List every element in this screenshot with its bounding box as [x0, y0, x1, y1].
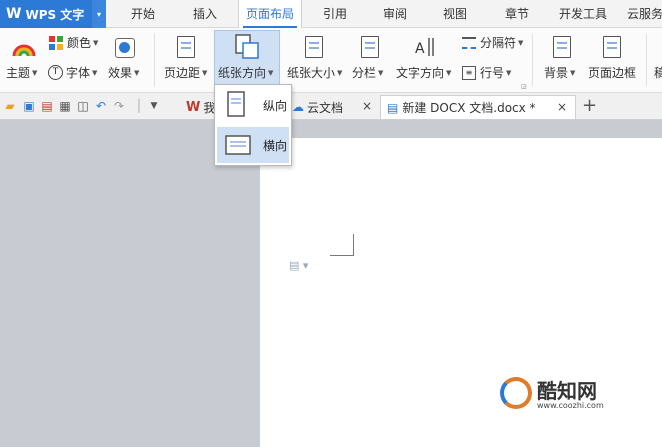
undo-icon[interactable]: ↶: [94, 99, 108, 113]
font-button[interactable]: T 字体 ▼: [48, 64, 97, 81]
effect-label: 效果: [108, 66, 133, 80]
tab-label: 云文档: [307, 100, 344, 115]
tab-label: 新建 DOCX 文档.docx *: [402, 101, 536, 115]
breaks-label: 分隔符: [480, 36, 517, 50]
export-pdf-icon[interactable]: ▤: [40, 99, 54, 113]
font-t-icon: T: [48, 65, 63, 80]
manuscript-label: 稿: [654, 66, 662, 80]
svg-text:A: A: [415, 41, 425, 57]
theme-button[interactable]: 主题 ▼: [6, 64, 37, 81]
doc-icon: ▤: [387, 100, 399, 115]
ribbon-page-layout: 主题 ▼ 颜色 ▼ T 字体 ▼ 效果 ▼ 页边距 ▼ 纸张方向 ▼ 纸张大小 ▼ 分栏 ▼: [0, 28, 662, 93]
columns-icon: [361, 36, 379, 58]
open-folder-icon[interactable]: ▰: [3, 99, 17, 113]
background-icon: [553, 36, 571, 58]
theme-label: 主题: [6, 66, 31, 80]
dialog-launcher-icon[interactable]: ◲: [521, 83, 527, 90]
tab-new-docx[interactable]: ▤ 新建 DOCX 文档.docx * ×: [380, 95, 576, 119]
portrait-page-icon: [227, 91, 245, 117]
new-tab-plus-icon[interactable]: +: [582, 95, 597, 116]
tab-cloud-docs[interactable]: ☁ 云文档 ×: [286, 95, 380, 119]
tab-chapter[interactable]: 章节: [492, 0, 542, 28]
ribbon-divider: [154, 34, 155, 86]
paragraph-layout-icon[interactable]: ▤ ▾: [289, 259, 308, 272]
margin-corner-mark: [353, 234, 354, 256]
color-button[interactable]: 颜色 ▼: [48, 34, 98, 51]
line-number-icon: ≡: [462, 65, 476, 80]
tab-review[interactable]: 审阅: [370, 0, 420, 28]
tab-view[interactable]: 视图: [430, 0, 480, 28]
save-icon[interactable]: ▣: [22, 99, 36, 113]
portrait-label: 纵向: [263, 98, 288, 113]
quick-access-divider: │: [135, 99, 143, 113]
wps-w-icon: W: [186, 99, 201, 115]
app-name: WPS 文字: [25, 7, 85, 22]
paper-size-icon: [305, 36, 323, 58]
text-direction-icon: A: [415, 38, 434, 57]
cloud-icon: ☁: [292, 100, 304, 114]
tab-cloud-service[interactable]: 云服务: [620, 0, 662, 28]
page-border-label: 页面边框: [588, 66, 637, 80]
quick-access-bar: ▰ ▣ ▤ ▦ ◫ ↶ ↷ │ ▼ W 我 ☁ 云文档 × ▤ 新建 DOCX …: [0, 93, 662, 120]
columns-label: 分栏: [352, 66, 377, 80]
tab-page-layout[interactable]: 页面布局: [238, 0, 302, 29]
breaks-icon: [462, 36, 476, 49]
tab-home[interactable]: 开始: [118, 0, 168, 28]
wps-logo-icon: W: [6, 6, 22, 22]
margins-label: 页边距: [164, 66, 201, 80]
background-button[interactable]: 背景 ▼: [544, 64, 575, 81]
breaks-button[interactable]: 分隔符 ▼: [462, 34, 523, 51]
ribbon-divider: [532, 34, 533, 86]
ribbon-divider: [646, 34, 647, 86]
margins-icon: [177, 36, 195, 58]
page-border-icon: [603, 36, 621, 58]
font-label: 字体: [66, 66, 91, 80]
close-icon[interactable]: ×: [557, 100, 567, 114]
theme-rainbow-icon: [12, 44, 36, 57]
columns-button[interactable]: 分栏 ▼: [352, 64, 383, 81]
watermark-url: www.coozhi.com: [537, 401, 604, 410]
page-border-button[interactable]: 页面边框: [588, 64, 636, 81]
background-label: 背景: [544, 66, 569, 80]
watermark-name: 酷知网: [537, 379, 597, 403]
customize-chevron-down-icon[interactable]: ▼: [147, 99, 161, 113]
tab-my-docs[interactable]: W 我: [180, 95, 215, 119]
tab-developer[interactable]: 开发工具: [552, 0, 614, 28]
paper-size-button[interactable]: 纸张大小 ▼: [287, 64, 342, 81]
orientation-icon: [235, 34, 259, 59]
orientation-label: 纸张方向: [218, 66, 267, 80]
orientation-landscape-item[interactable]: 横向: [217, 127, 289, 163]
line-number-label: 行号: [480, 66, 505, 80]
landscape-page-icon: [225, 135, 251, 155]
chevron-down-icon[interactable]: ▾: [92, 0, 106, 28]
coozhi-watermark: 酷知网 www.coozhi.com: [500, 375, 630, 415]
text-direction-button[interactable]: 文字方向 ▼: [396, 64, 451, 81]
text-direction-label: 文字方向: [396, 66, 445, 80]
print-preview-icon[interactable]: ◫: [76, 99, 90, 113]
coozhi-logo-icon: [500, 377, 532, 409]
margin-corner-mark: [330, 255, 354, 256]
paper-size-label: 纸张大小: [287, 66, 336, 80]
orientation-dropdown: 纵向 横向: [214, 84, 292, 166]
line-number-button[interactable]: ≡ 行号 ▼: [462, 64, 511, 81]
color-label: 颜色: [67, 36, 92, 50]
manuscript-button-partial[interactable]: 稿: [654, 64, 662, 81]
margins-button[interactable]: 页边距 ▼: [164, 64, 207, 81]
print-icon[interactable]: ▦: [58, 99, 72, 113]
orientation-portrait-item[interactable]: 纵向: [217, 87, 289, 123]
tab-references[interactable]: 引用: [310, 0, 360, 28]
effect-button[interactable]: 效果 ▼: [108, 64, 139, 81]
close-icon[interactable]: ×: [362, 99, 372, 113]
color-grid-icon: [49, 35, 63, 50]
effect-icon: [115, 38, 135, 58]
redo-icon[interactable]: ↷: [112, 99, 126, 113]
landscape-label: 横向: [263, 138, 288, 153]
orientation-button[interactable]: 纸张方向 ▼: [218, 64, 273, 81]
menu-bar: W WPS 文字 ▾ 开始 插入 页面布局 引用 审阅 视图 章节 开发工具 云…: [0, 0, 662, 29]
tab-insert[interactable]: 插入: [180, 0, 230, 28]
app-menu-button[interactable]: W WPS 文字 ▾: [0, 0, 106, 28]
